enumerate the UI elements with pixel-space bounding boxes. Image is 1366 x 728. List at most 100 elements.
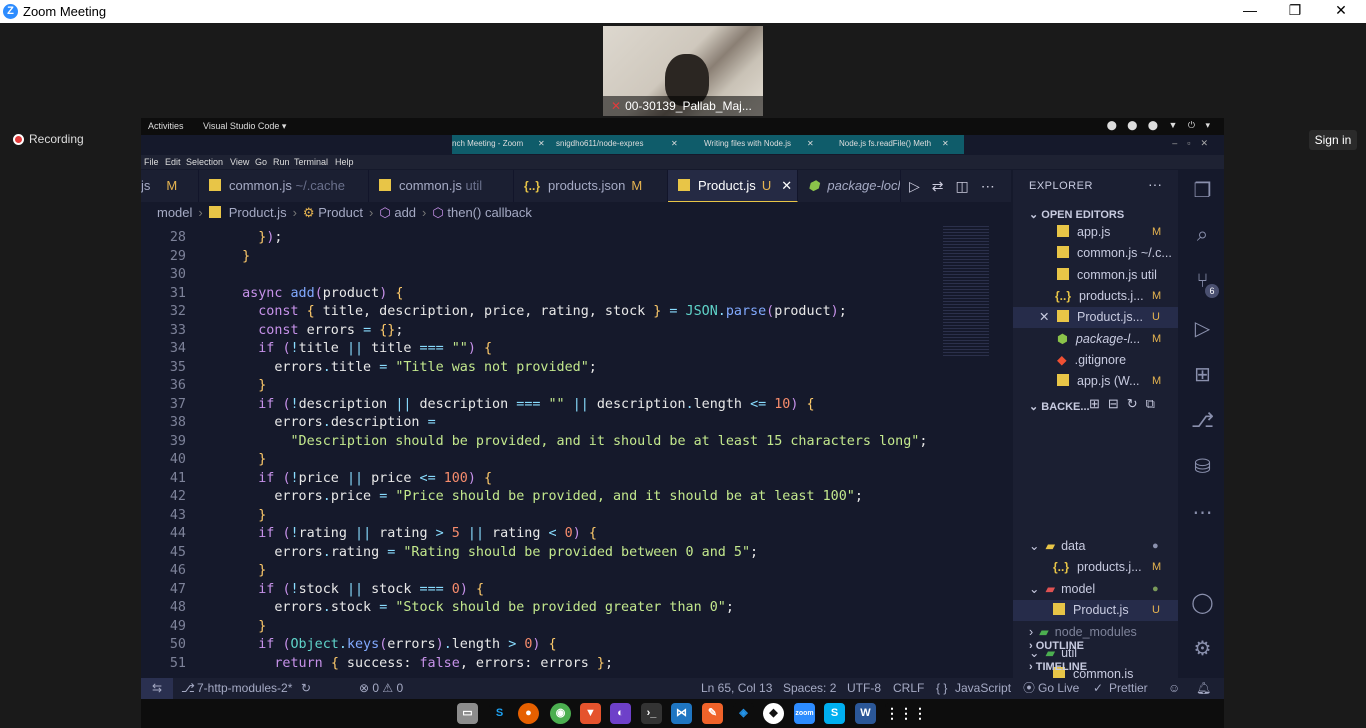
- close-icon[interactable]: ✕: [671, 139, 683, 148]
- outline-header[interactable]: › OUTLINE: [1029, 640, 1084, 652]
- zoom-app-icon[interactable]: zoom: [794, 703, 815, 724]
- tab-app-js[interactable]: js M: [141, 170, 199, 202]
- chrome-app-icon[interactable]: ◉: [550, 703, 571, 724]
- branch-name[interactable]: 7-http-modules-2*: [197, 678, 292, 699]
- breadcrumb-class[interactable]: Product: [318, 205, 363, 220]
- skype-app-icon[interactable]: S: [489, 703, 510, 724]
- tab-product-js[interactable]: Product.js U ✕: [668, 170, 798, 202]
- source-control-icon[interactable]: ⑂ 6: [1181, 270, 1224, 298]
- more-icon[interactable]: ⋯: [981, 178, 1007, 194]
- tab-common-cache[interactable]: common.js ~/.cache: [199, 170, 369, 202]
- menu-selection[interactable]: Selection: [186, 157, 223, 167]
- project-header[interactable]: ⌄ BACKE...: [1029, 400, 1090, 413]
- close-icon[interactable]: ✕: [942, 139, 954, 148]
- github-app-icon[interactable]: ◐: [610, 703, 631, 724]
- firefox-app-icon[interactable]: ●: [518, 703, 539, 724]
- open-editors-header[interactable]: ⌄ OPEN EDITORS: [1029, 208, 1124, 221]
- indentation[interactable]: Spaces: 2: [783, 678, 836, 699]
- breadcrumb-method[interactable]: add: [394, 205, 416, 220]
- skype-app-icon[interactable]: S: [824, 703, 845, 724]
- explorer-actions[interactable]: ⊞⊟↻⧉: [1089, 396, 1163, 412]
- tab-package-lock[interactable]: ⬢ package-locl: [798, 170, 901, 202]
- close-icon[interactable]: ✕: [781, 178, 792, 193]
- browser-tab[interactable]: nch Meeting - Zoom: [452, 139, 532, 148]
- tab-products-json[interactable]: {..} products.json M: [514, 170, 668, 202]
- language-mode[interactable]: JavaScript: [955, 678, 1011, 699]
- open-editor-item[interactable]: ✕ Product.js... U: [1013, 307, 1178, 329]
- window-controls[interactable]: –▫✕: [1172, 138, 1218, 149]
- timeline-header[interactable]: › TIMELINE: [1029, 661, 1087, 673]
- vscode-app-icon[interactable]: ⋈: [671, 703, 692, 724]
- word-app-icon[interactable]: W: [855, 703, 876, 724]
- go-live-button[interactable]: Go Live: [1038, 678, 1079, 699]
- menu-file[interactable]: File: [144, 157, 159, 167]
- browser-tab[interactable]: snigdho611/node-expres: [556, 139, 666, 148]
- search-icon[interactable]: ⌕: [1181, 224, 1224, 247]
- more-icon[interactable]: ···: [1148, 176, 1162, 192]
- menu-help[interactable]: Help: [335, 157, 354, 167]
- inkscape-app-icon[interactable]: ◆: [763, 703, 784, 724]
- participant-video[interactable]: ✕ 00-30139_Pallab_Maj...: [603, 26, 763, 116]
- feedback-icon[interactable]: ☺: [1168, 678, 1180, 699]
- breadcrumb-callback[interactable]: then() callback: [447, 205, 532, 220]
- browser-tab[interactable]: Node.js fs.readFile() Meth: [839, 139, 939, 148]
- sync-icon[interactable]: ↻: [301, 678, 311, 699]
- files-app-icon[interactable]: ▭: [457, 703, 478, 724]
- encoding[interactable]: UTF-8: [847, 678, 881, 699]
- open-editor-item[interactable]: common.js ~/.c...: [1013, 243, 1178, 264]
- menu-terminal[interactable]: Terminal: [294, 157, 328, 167]
- prettier-status[interactable]: Prettier: [1109, 678, 1148, 699]
- menu-go[interactable]: Go: [255, 157, 267, 167]
- breadcrumb-file[interactable]: Product.js: [229, 205, 287, 220]
- menu-edit[interactable]: Edit: [165, 157, 181, 167]
- open-editor-item[interactable]: ⬢ package-l... M: [1013, 329, 1178, 350]
- docker-app-icon[interactable]: ◈: [733, 703, 754, 724]
- database-icon[interactable]: ⛁: [1181, 454, 1224, 479]
- git-graph-icon[interactable]: ⎇: [1181, 408, 1224, 433]
- app-menu[interactable]: Visual Studio Code ▾: [203, 121, 286, 132]
- run-icon[interactable]: ▷: [909, 178, 932, 194]
- code-editor[interactable]: 28 }); 29 } 30 31 async add(product) {32 co…: [141, 224, 1001, 676]
- menu-run[interactable]: Run: [273, 157, 290, 167]
- settings-gear-icon[interactable]: ⚙: [1181, 636, 1224, 661]
- tree-folder[interactable]: ⌄ ▰ model ●: [1013, 579, 1178, 600]
- cursor-position[interactable]: Ln 65, Col 13: [701, 678, 772, 699]
- open-editor-item[interactable]: {..} products.j... M: [1013, 286, 1178, 307]
- open-editor-item[interactable]: ◆ .gitignore: [1013, 350, 1178, 371]
- minimize-button[interactable]: —: [1235, 2, 1265, 18]
- line-ending[interactable]: CRLF: [893, 678, 924, 699]
- tree-folder[interactable]: ⌄ ▰ data ●: [1013, 536, 1178, 557]
- open-editor-item[interactable]: app.js M: [1013, 222, 1178, 243]
- app-grid-icon[interactable]: ⋮⋮⋮: [885, 703, 927, 724]
- more-icon[interactable]: ⋯: [1181, 500, 1224, 525]
- terminal-app-icon[interactable]: ›_: [641, 703, 662, 724]
- notifications-icon[interactable]: 🔔︎: [1196, 678, 1211, 699]
- brave-app-icon[interactable]: ▼: [580, 703, 601, 724]
- postman-app-icon[interactable]: ✎: [702, 703, 723, 724]
- open-editor-item[interactable]: app.js (W... M: [1013, 371, 1178, 392]
- close-button[interactable]: ✕: [1326, 2, 1356, 19]
- minimap[interactable]: [943, 226, 989, 356]
- system-tray[interactable]: ⬤ ⬤ ⬤ ▼ ⏻ ▾: [1107, 120, 1214, 131]
- restore-button[interactable]: ❐: [1280, 2, 1310, 19]
- problems-count[interactable]: ⊗ 0 ⚠ 0: [359, 678, 403, 699]
- close-icon[interactable]: ✕: [1039, 307, 1049, 328]
- files-icon[interactable]: ❐: [1181, 178, 1224, 203]
- recording-indicator[interactable]: Recording: [13, 132, 84, 146]
- close-icon[interactable]: ✕: [538, 139, 550, 148]
- account-icon[interactable]: ◯: [1181, 590, 1224, 615]
- tab-common-util[interactable]: common.js util: [369, 170, 514, 202]
- close-icon[interactable]: ✕: [807, 139, 819, 148]
- split-editor-icon[interactable]: ◫: [956, 178, 981, 194]
- tree-file[interactable]: Product.js U: [1013, 600, 1178, 622]
- run-debug-icon[interactable]: ▷: [1181, 316, 1224, 341]
- activities-button[interactable]: Activities: [148, 121, 184, 131]
- breadcrumb-folder[interactable]: model: [157, 205, 192, 220]
- menu-view[interactable]: View: [230, 157, 249, 167]
- browser-tab[interactable]: Writing files with Node.js: [704, 139, 809, 148]
- extensions-icon[interactable]: ⊞: [1181, 362, 1224, 387]
- remote-icon[interactable]: ⇆: [141, 678, 173, 699]
- sign-in-button[interactable]: Sign in: [1309, 130, 1357, 150]
- tree-file[interactable]: {..} products.j... M: [1013, 557, 1178, 578]
- compare-icon[interactable]: ⇄: [932, 178, 956, 194]
